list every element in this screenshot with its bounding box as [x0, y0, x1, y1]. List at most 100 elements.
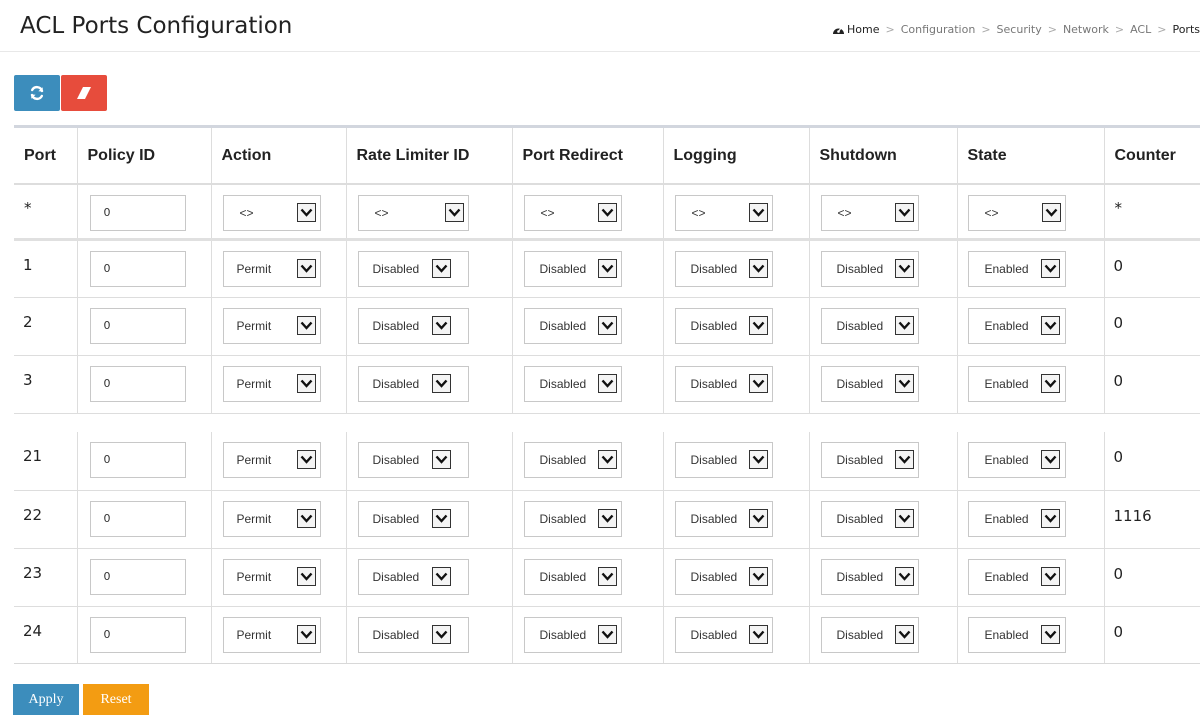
chevron-down-icon: [748, 566, 768, 586]
policy-id-cell: 0: [77, 548, 212, 607]
policy-id-input[interactable]: 0: [89, 558, 186, 595]
state-select[interactable]: Enabled: [967, 365, 1066, 402]
port-redirect-cell: Disabled: [512, 490, 664, 549]
table-row-all-ports: * 0 <> <> <> <> <> <> *: [14, 184, 1200, 241]
port-redirect-select[interactable]: Disabled: [523, 558, 622, 595]
logging-select[interactable]: Disabled: [674, 250, 773, 287]
rate-limiter-select[interactable]: Disabled: [357, 307, 469, 344]
rate-limiter-select[interactable]: <>: [357, 195, 469, 231]
shutdown-select[interactable]: <>: [820, 195, 919, 231]
shutdown-value: Disabled: [836, 453, 884, 467]
table-row: 24 0 Permit Disabled Disabled Disabled Disable…: [14, 606, 1200, 663]
shutdown-select[interactable]: Disabled: [820, 442, 919, 478]
policy-id-input[interactable]: 0: [89, 307, 186, 344]
chevron-down-icon: [444, 203, 464, 222]
logging-select[interactable]: Disabled: [674, 558, 773, 595]
clear-button[interactable]: [61, 75, 107, 111]
chevron-down-icon: [748, 258, 768, 278]
state-select[interactable]: Enabled: [967, 558, 1066, 595]
port-redirect-select[interactable]: Disabled: [523, 250, 622, 287]
rate-limiter-select[interactable]: Disabled: [357, 365, 469, 402]
port-redirect-cell: Disabled: [512, 297, 664, 356]
breadcrumb-acl[interactable]: ACL: [1130, 23, 1151, 36]
shutdown-select[interactable]: Disabled: [820, 250, 919, 287]
port-redirect-select[interactable]: Disabled: [523, 616, 622, 653]
shutdown-select[interactable]: Disabled: [820, 365, 919, 402]
action-select[interactable]: Permit: [222, 365, 321, 402]
action-select[interactable]: Permit: [222, 616, 321, 653]
col-header-logging: Logging: [663, 128, 810, 185]
apply-button[interactable]: Apply: [13, 684, 79, 715]
shutdown-value: Disabled: [836, 318, 884, 333]
breadcrumb-configuration[interactable]: Configuration: [901, 23, 976, 36]
logging-select[interactable]: Disabled: [674, 616, 773, 653]
rate-limiter-select[interactable]: Disabled: [357, 500, 469, 537]
policy-id-input[interactable]: 0: [89, 500, 186, 537]
policy-id-cell: 0: [77, 490, 212, 549]
action-select[interactable]: Permit: [222, 250, 321, 287]
refresh-button[interactable]: [14, 75, 60, 111]
chevron-down-icon: [431, 258, 451, 278]
port-redirect-select[interactable]: Disabled: [523, 307, 622, 344]
rate-limiter-cell: Disabled: [346, 355, 513, 414]
chevron-down-icon: [296, 203, 316, 222]
port-cell: *: [14, 184, 78, 241]
chevron-down-icon: [296, 624, 316, 644]
logging-select[interactable]: Disabled: [674, 442, 773, 478]
state-select[interactable]: Enabled: [967, 500, 1066, 537]
policy-id-cell: 0: [77, 432, 212, 491]
chevron-down-icon: [1040, 624, 1060, 644]
action-select[interactable]: Permit: [222, 558, 321, 595]
port-redirect-select[interactable]: <>: [523, 195, 622, 231]
chevron-down-icon: [894, 315, 914, 335]
breadcrumb-home[interactable]: Home: [832, 23, 880, 36]
state-select[interactable]: Enabled: [967, 442, 1066, 478]
chevron-down-icon: [1041, 203, 1061, 222]
port-redirect-select[interactable]: Disabled: [523, 500, 622, 537]
port-redirect-select[interactable]: Disabled: [523, 442, 622, 478]
state-select[interactable]: Enabled: [967, 616, 1066, 653]
shutdown-select[interactable]: Disabled: [820, 558, 919, 595]
chevron-down-icon: [431, 508, 451, 528]
counter-cell: *: [1104, 184, 1200, 241]
breadcrumb-security[interactable]: Security: [997, 23, 1042, 36]
shutdown-select[interactable]: Disabled: [820, 616, 919, 653]
action-select[interactable]: Permit: [222, 500, 321, 537]
shutdown-select[interactable]: Disabled: [820, 500, 919, 537]
port-redirect-select[interactable]: Disabled: [523, 365, 622, 402]
policy-id-input[interactable]: 0: [89, 365, 186, 402]
state-select[interactable]: Enabled: [967, 307, 1066, 344]
breadcrumb-network[interactable]: Network: [1063, 23, 1109, 36]
rate-limiter-select[interactable]: Disabled: [357, 616, 469, 653]
port-cell: 21: [14, 432, 78, 491]
chevron-down-icon: [748, 373, 768, 393]
state-value: Enabled: [984, 569, 1029, 584]
chevron-down-icon: [894, 566, 914, 586]
policy-id-input[interactable]: 0: [89, 442, 186, 478]
state-select[interactable]: Enabled: [967, 250, 1066, 287]
dashboard-icon: [833, 26, 845, 34]
port-redirect-value: Disabled: [539, 511, 587, 526]
logging-select[interactable]: Disabled: [674, 307, 773, 344]
policy-id-input[interactable]: 0: [89, 250, 186, 287]
action-select[interactable]: Permit: [222, 307, 321, 344]
rate-limiter-select[interactable]: Disabled: [357, 250, 469, 287]
logging-select[interactable]: <>: [674, 195, 773, 231]
rate-limiter-select[interactable]: Disabled: [357, 558, 469, 595]
policy-id-input[interactable]: 0: [89, 195, 186, 231]
action-select[interactable]: Permit: [222, 442, 321, 478]
col-header-shutdown: Shutdown: [809, 128, 958, 185]
chevron-down-icon: [296, 450, 316, 469]
port-cell: 22: [14, 490, 78, 549]
shutdown-select[interactable]: Disabled: [820, 307, 919, 344]
reset-button[interactable]: Reset: [83, 684, 149, 715]
logging-select[interactable]: Disabled: [674, 500, 773, 537]
state-select[interactable]: <>: [967, 195, 1066, 231]
shutdown-cell: Disabled: [809, 355, 958, 414]
logging-select[interactable]: Disabled: [674, 365, 773, 402]
port-redirect-cell: <>: [512, 184, 664, 241]
rate-limiter-cell: Disabled: [346, 239, 513, 298]
rate-limiter-select[interactable]: Disabled: [357, 442, 469, 478]
action-select[interactable]: <>: [222, 195, 321, 231]
policy-id-input[interactable]: 0: [89, 616, 186, 653]
